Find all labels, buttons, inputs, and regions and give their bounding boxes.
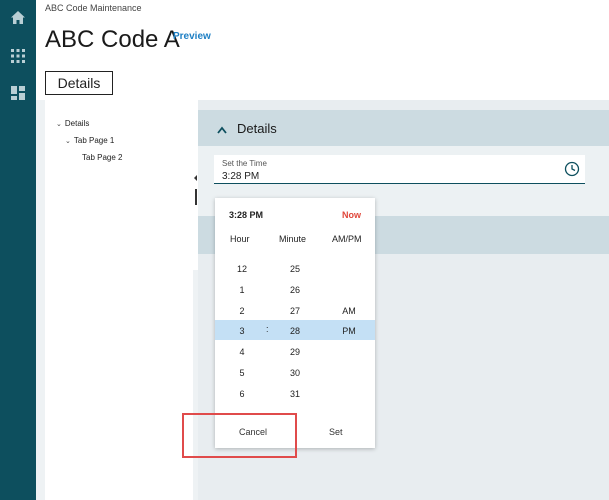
details-tab-button[interactable]: Details: [45, 71, 113, 95]
hour-option[interactable]: 1: [227, 285, 257, 295]
picker-current-time: 3:28 PM: [229, 210, 264, 220]
hour-column-header: Hour: [230, 234, 250, 244]
ampm-option-selected[interactable]: PM: [334, 326, 364, 336]
time-field-label: Set the Time: [222, 159, 267, 168]
tree-item-tab-page-2[interactable]: Tab Page 2: [82, 153, 122, 162]
minute-option[interactable]: 26: [280, 285, 310, 295]
section-title: Details: [237, 121, 277, 136]
minute-option[interactable]: 31: [280, 389, 310, 399]
time-field-value[interactable]: 3:28 PM: [222, 171, 259, 182]
minute-option[interactable]: 27: [280, 306, 310, 316]
collapse-arrow-icon[interactable]: [194, 175, 197, 181]
time-picker-popup: 3:28 PM Now Hour Minute AM/PM 12 25 1 26…: [215, 198, 375, 448]
minute-option[interactable]: 25: [280, 264, 310, 274]
ampm-column-header: AM/PM: [332, 234, 362, 244]
hour-option[interactable]: 5: [227, 368, 257, 378]
breadcrumb[interactable]: ABC Code Maintenance: [45, 3, 142, 13]
clock-icon[interactable]: [564, 161, 580, 177]
apps-grid-icon[interactable]: [10, 48, 26, 64]
minute-column-header: Minute: [279, 234, 307, 244]
hour-option[interactable]: 12: [227, 264, 257, 274]
chevron-down-icon[interactable]: ⌄: [65, 137, 71, 145]
time-separator: :: [266, 324, 269, 334]
hour-option-selected[interactable]: 3: [227, 326, 257, 336]
tree-item-label: Details: [64, 119, 90, 128]
ampm-option[interactable]: AM: [334, 306, 364, 316]
annotation-highlight-box: [182, 413, 297, 458]
page-title: ABC Code A: [45, 26, 180, 53]
home-icon[interactable]: [10, 10, 26, 26]
preview-link[interactable]: Preview: [173, 31, 211, 42]
tree-item-label: Tab Page 2: [82, 153, 123, 162]
hour-option[interactable]: 4: [227, 347, 257, 357]
now-button[interactable]: Now: [342, 210, 361, 220]
hour-option[interactable]: 2: [227, 306, 257, 316]
minute-option[interactable]: 29: [280, 347, 310, 357]
tree-item-label: Tab Page 1: [73, 136, 115, 145]
splitter-bar[interactable]: [195, 189, 197, 205]
tree-item-tab-page-1[interactable]: ⌄ Tab Page 1: [65, 136, 114, 145]
minute-option-selected[interactable]: 28: [280, 326, 310, 336]
minute-option[interactable]: 30: [280, 368, 310, 378]
panel-splitter-handle[interactable]: [194, 175, 197, 205]
left-nav-rail: [0, 0, 36, 500]
chevron-up-icon[interactable]: [216, 122, 228, 134]
set-button[interactable]: Set: [329, 427, 343, 437]
time-field[interactable]: Set the Time 3:28 PM: [214, 155, 585, 184]
navigation-tree: ⌄ Details ⌄ Tab Page 1 Tab Page 2: [45, 100, 193, 500]
dashboard-icon[interactable]: [10, 85, 26, 101]
chevron-down-icon[interactable]: ⌄: [56, 120, 62, 128]
hour-option[interactable]: 6: [227, 389, 257, 399]
tree-item-details[interactable]: ⌄ Details: [56, 119, 89, 128]
